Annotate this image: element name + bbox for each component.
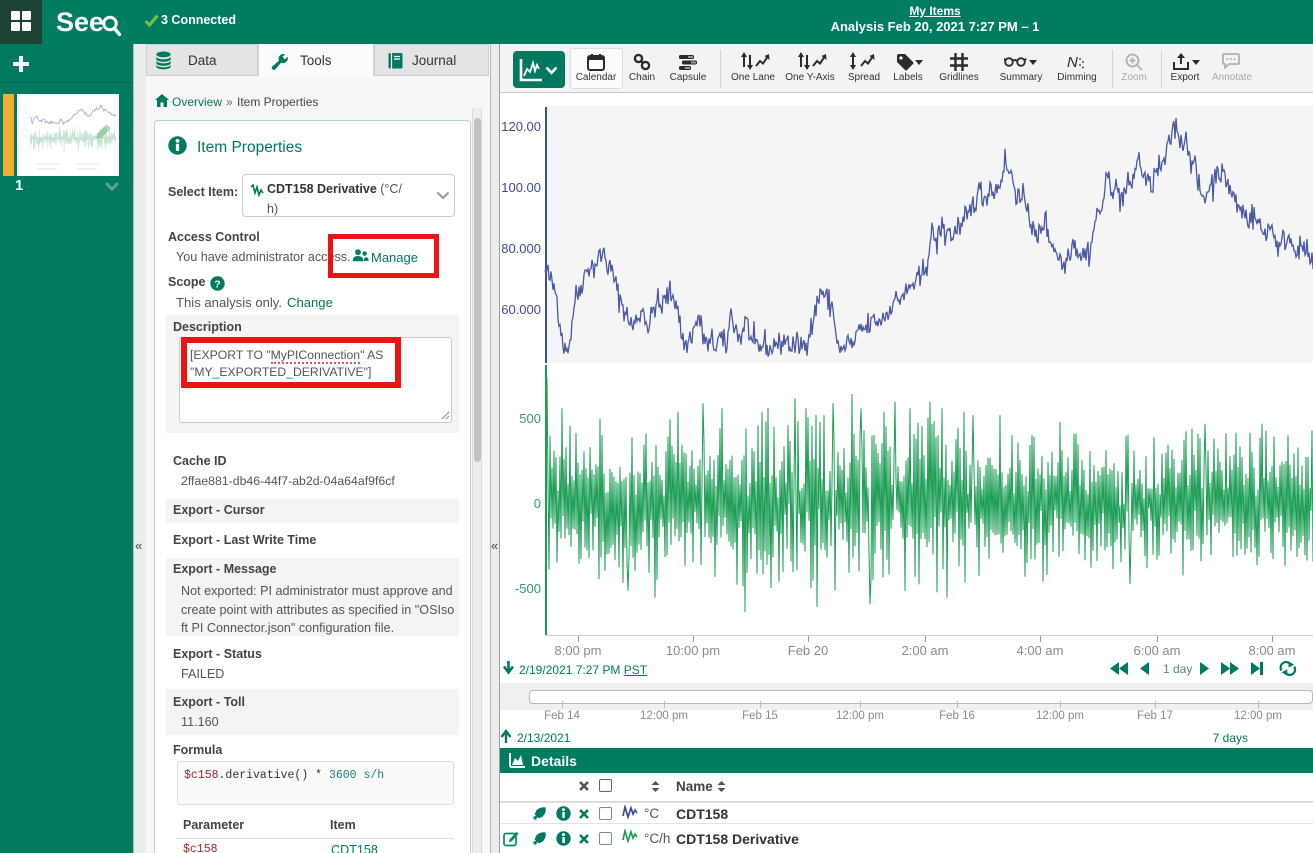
svg-text:1 day: 1 day — [1163, 662, 1192, 676]
